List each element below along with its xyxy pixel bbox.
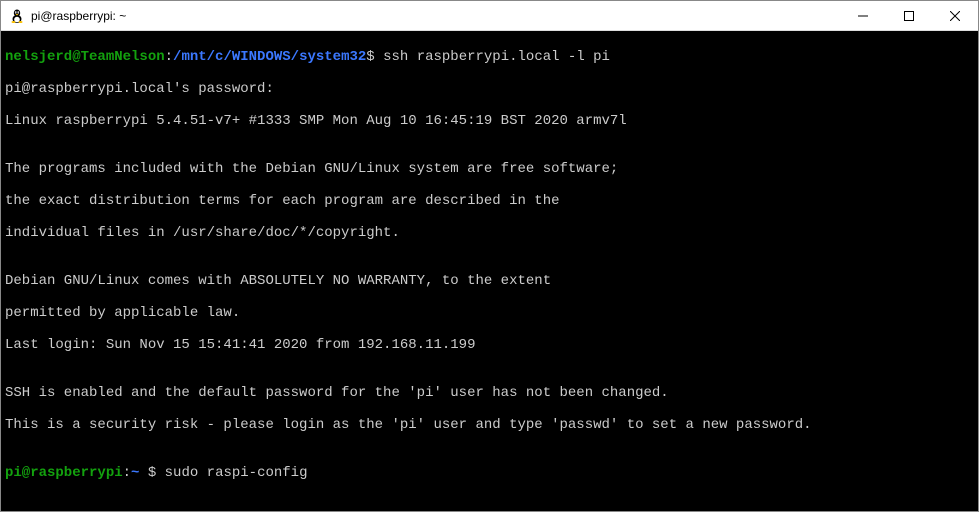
terminal-line: Last login: Sun Nov 15 15:41:41 2020 fro… <box>5 337 974 353</box>
terminal-line: This is a security risk - please login a… <box>5 417 974 433</box>
terminal-line: nelsjerd@TeamNelson:/mnt/c/WINDOWS/syste… <box>5 49 974 65</box>
prompt-user: pi@raspberrypi <box>5 465 123 481</box>
prompt-user: nelsjerd@TeamNelson <box>5 49 165 65</box>
terminal-line: pi@raspberrypi.local's password: <box>5 81 974 97</box>
terminal-area[interactable]: nelsjerd@TeamNelson:/mnt/c/WINDOWS/syste… <box>1 31 978 511</box>
maximize-button[interactable] <box>886 1 932 30</box>
command-text: sudo raspi-config <box>165 465 308 481</box>
command-text: ssh raspberrypi.local -l pi <box>383 49 610 65</box>
prompt-end: $ <box>366 49 383 65</box>
terminal-line: Linux raspberrypi 5.4.51-v7+ #1333 SMP M… <box>5 113 974 129</box>
terminal-window: pi@raspberrypi: ~ nelsjerd@TeamNelson:/m… <box>0 0 979 512</box>
tux-icon <box>9 8 25 24</box>
terminal-line: pi@raspberrypi:~ $ sudo raspi-config <box>5 465 974 481</box>
titlebar[interactable]: pi@raspberrypi: ~ <box>1 1 978 31</box>
terminal-line: The programs included with the Debian GN… <box>5 161 974 177</box>
prompt-path: /mnt/c/WINDOWS/system32 <box>173 49 366 65</box>
prompt-sep: : <box>123 465 131 481</box>
terminal-line: Debian GNU/Linux comes with ABSOLUTELY N… <box>5 273 974 289</box>
minimize-button[interactable] <box>840 1 886 30</box>
terminal-line: the exact distribution terms for each pr… <box>5 193 974 209</box>
close-button[interactable] <box>932 1 978 30</box>
terminal-line: SSH is enabled and the default password … <box>5 385 974 401</box>
prompt-path: ~ <box>131 465 148 481</box>
prompt-end: $ <box>148 465 165 481</box>
terminal-line: individual files in /usr/share/doc/*/cop… <box>5 225 974 241</box>
terminal-line: permitted by applicable law. <box>5 305 974 321</box>
window-title: pi@raspberrypi: ~ <box>31 9 840 23</box>
prompt-sep: : <box>165 49 173 65</box>
window-controls <box>840 1 978 30</box>
